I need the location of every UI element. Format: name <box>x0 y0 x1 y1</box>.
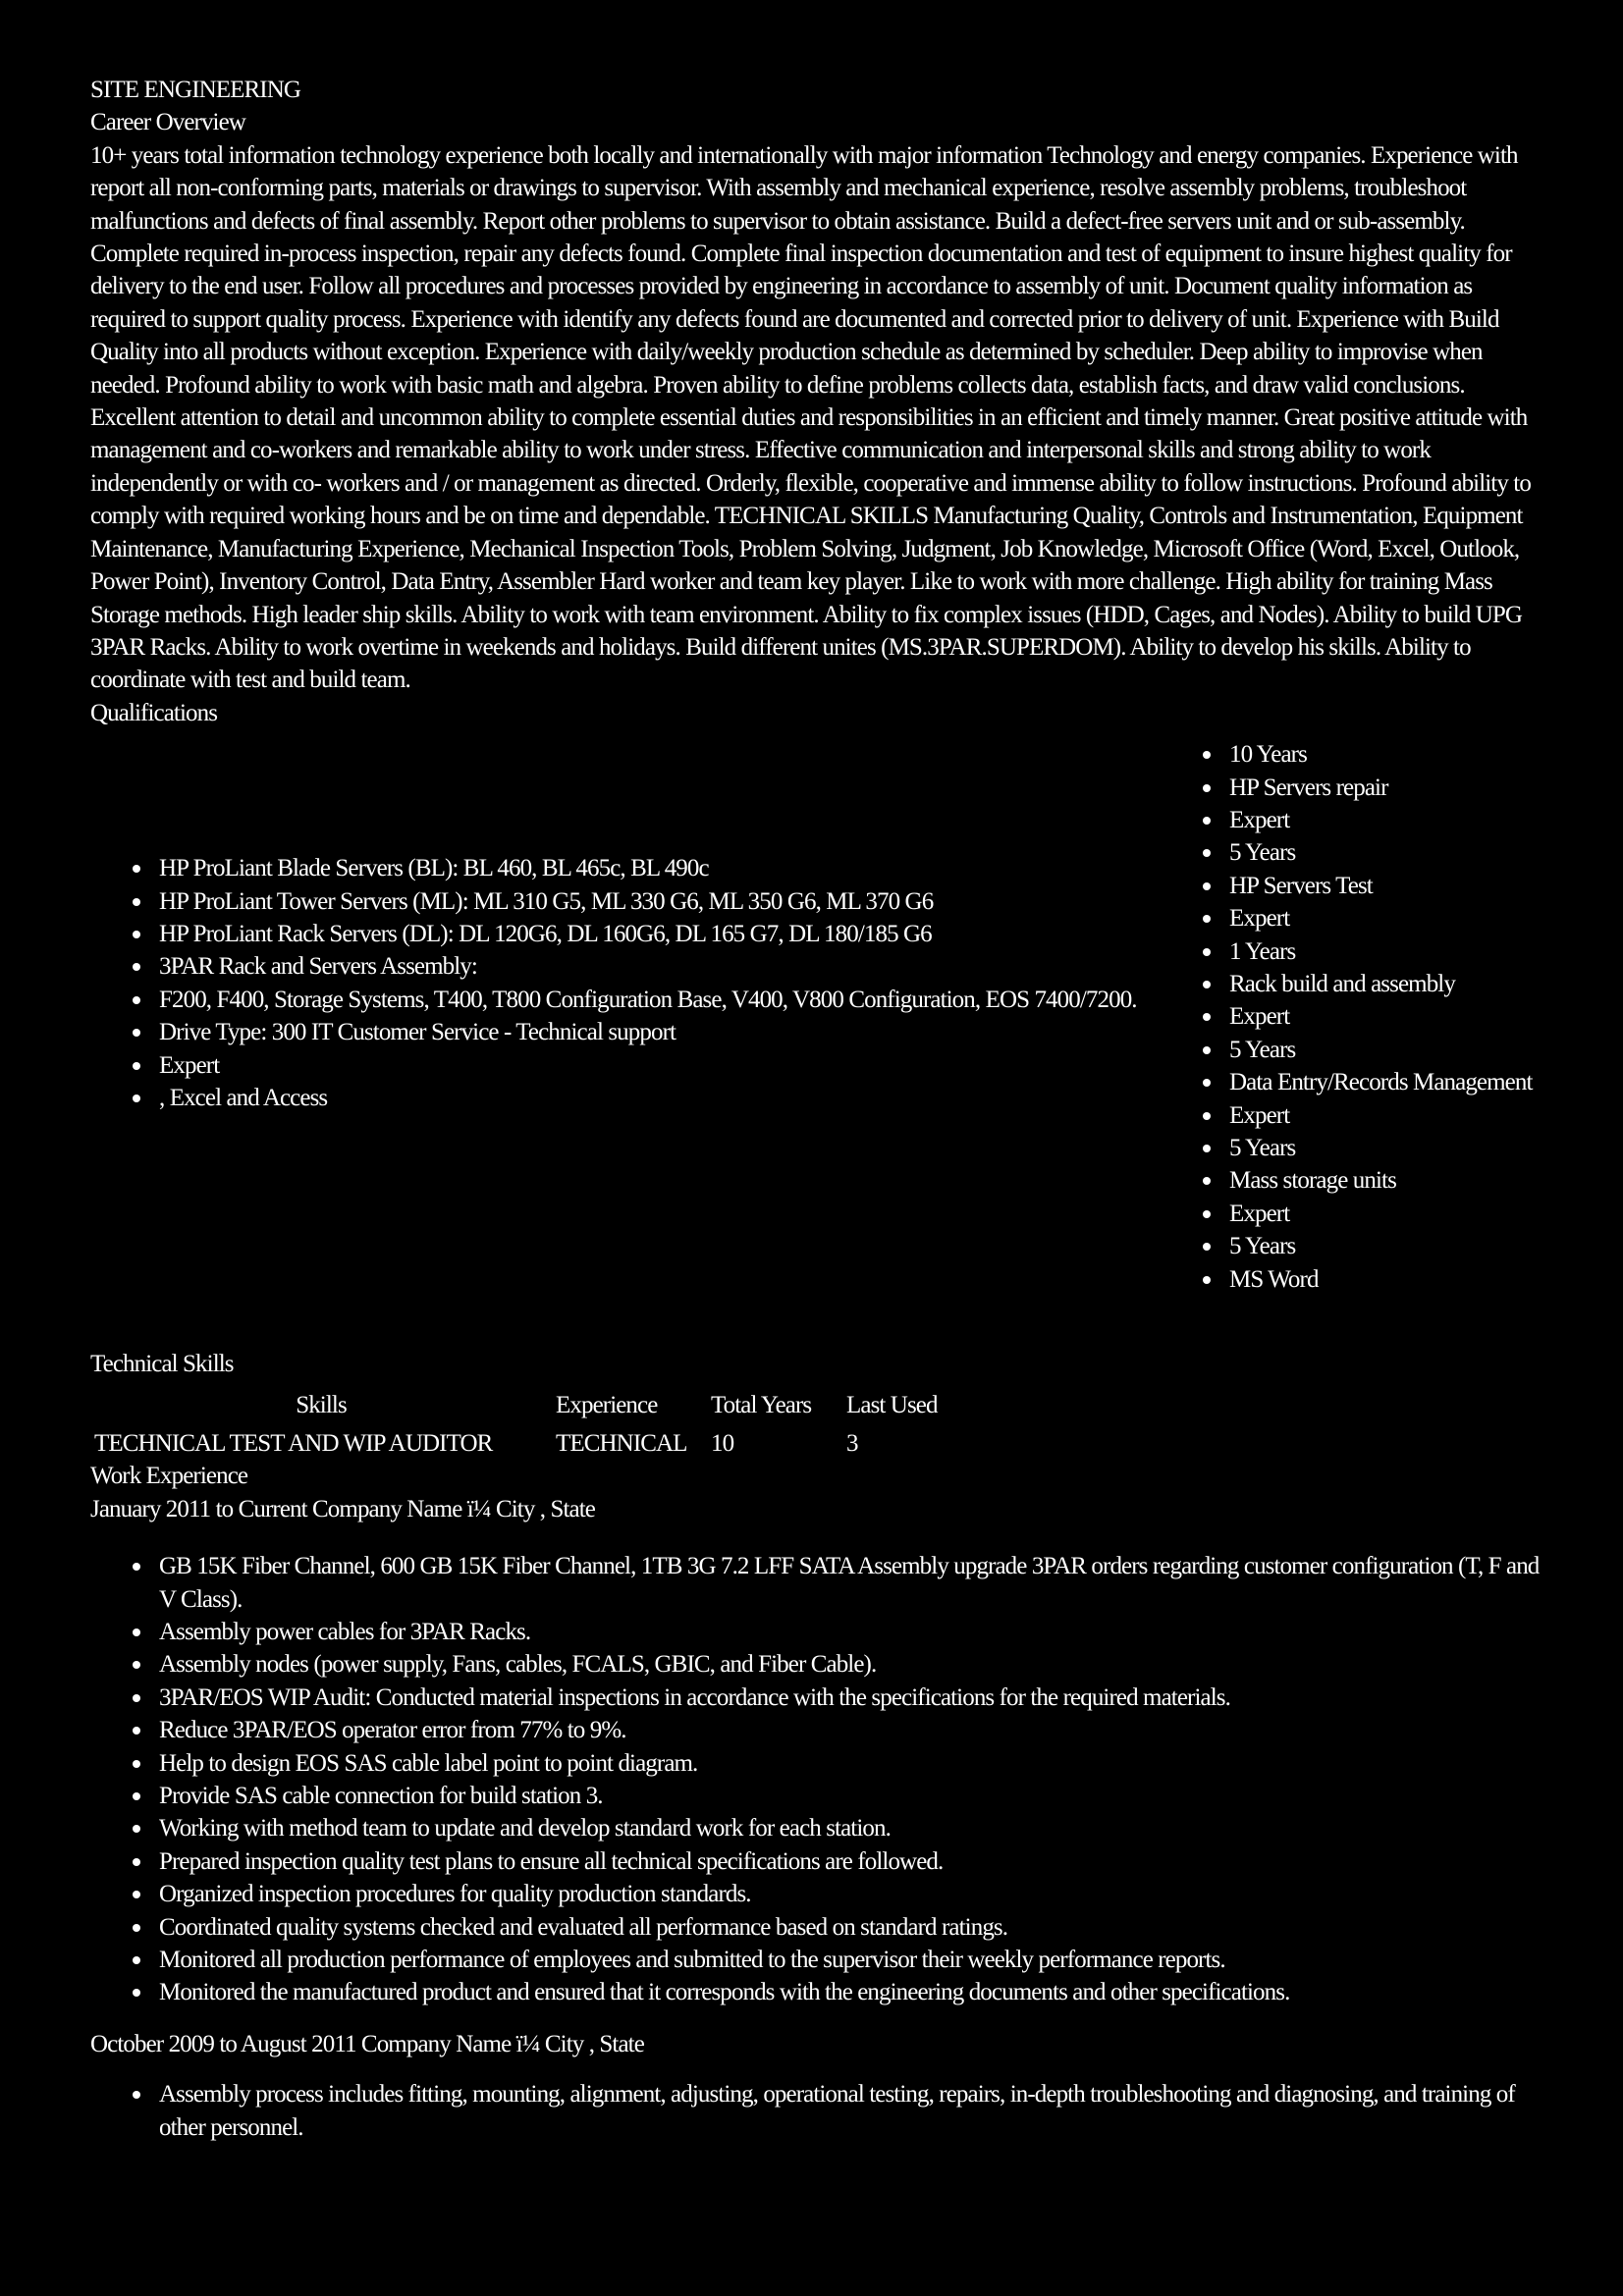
table-cell-skill: TECHNICAL TEST AND WIP AUDITOR <box>94 1429 493 1457</box>
list-item: HP ProLiant Rack Servers (DL): DL 120G6,… <box>120 918 1170 950</box>
list-item: 5 Years <box>1190 1230 1543 1262</box>
list-item: Expert <box>1190 902 1543 934</box>
list-item: HP ProLiant Blade Servers (BL): BL 460, … <box>120 852 1170 884</box>
list-item: 3PAR/EOS WIP Audit: Conducted material i… <box>120 1682 1543 1714</box>
qualifications-left-list: HP ProLiant Blade Servers (BL): BL 460, … <box>120 852 1170 1114</box>
job-duties-list: GB 15K Fiber Channel, 600 GB 15K Fiber C… <box>120 1550 1543 2009</box>
list-item: F200, F400, Storage Systems, T400, T800 … <box>120 984 1170 1016</box>
list-item: Provide SAS cable connection for build s… <box>120 1780 1543 1812</box>
table-cell-last-used: 3 <box>846 1429 859 1457</box>
list-item: HP Servers repair <box>1190 772 1543 804</box>
list-item: Expert <box>1190 1099 1543 1132</box>
list-item: 5 Years <box>1190 1132 1543 1164</box>
list-item: Monitored the manufactured product and e… <box>120 1976 1543 2008</box>
list-item: Data Entry/Records Management <box>1190 1066 1543 1098</box>
list-item: 5 Years <box>1190 1034 1543 1066</box>
technical-skills-table: Skills Experience Total Years Last Used … <box>90 1385 968 1461</box>
list-item: HP Servers Test <box>1190 870 1543 902</box>
column-header-skills: Skills <box>296 1391 347 1418</box>
job-header: January 2011 to Current Company Name ï¼ … <box>90 1495 596 1522</box>
qualifications-heading: Qualifications <box>90 699 218 726</box>
list-item: 5 Years <box>1190 836 1543 869</box>
career-overview-heading: Career Overview <box>90 109 246 136</box>
resume-page: SITE ENGINEERING Career Overview 10+ yea… <box>90 74 1543 2144</box>
list-item: 10 Years <box>1190 738 1543 771</box>
list-item: Assembly power cables for 3PAR Racks. <box>120 1616 1543 1648</box>
list-item: 3PAR Rack and Servers Assembly: <box>120 950 1170 983</box>
list-item: Help to design EOS SAS cable label point… <box>120 1747 1543 1780</box>
list-item: Expert <box>120 1049 1170 1082</box>
resume-title: SITE ENGINEERING <box>90 77 301 103</box>
list-item: Expert <box>1190 804 1543 836</box>
career-overview-text: 10+ years total information technology e… <box>90 141 1532 694</box>
list-item: 1 Years <box>1190 935 1543 968</box>
table-row: TECHNICAL TEST AND WIP AUDITOR TECHNICAL… <box>90 1427 968 1460</box>
qualifications-right-list: 10 Years HP Servers repair Expert 5 Year… <box>1190 738 1543 1296</box>
qualifications-section: HP ProLiant Blade Servers (BL): BL 460, … <box>90 729 1543 1348</box>
list-item: Rack build and assembly <box>1190 968 1543 1000</box>
list-item: Organized inspection procedures for qual… <box>120 1878 1543 1910</box>
list-item: Coordinated quality systems checked and … <box>120 1911 1543 1944</box>
list-item: Assembly process includes fitting, mount… <box>120 2078 1543 2144</box>
list-item: Expert <box>1190 1198 1543 1230</box>
list-item: Expert <box>1190 1000 1543 1033</box>
list-item: HP ProLiant Tower Servers (ML): ML 310 G… <box>120 885 1170 918</box>
table-cell-experience: TECHNICAL <box>556 1429 687 1457</box>
list-item: Drive Type: 300 IT Customer Service - Te… <box>120 1016 1170 1048</box>
list-item: GB 15K Fiber Channel, 600 GB 15K Fiber C… <box>120 1550 1543 1616</box>
work-experience-heading: Work Experience <box>90 1463 248 1490</box>
list-item: Working with method team to update and d… <box>120 1812 1543 1844</box>
table-header-row: Skills Experience Total Years Last Used <box>90 1385 968 1427</box>
list-item: Reduce 3PAR/EOS operator error from 77% … <box>120 1714 1543 1746</box>
column-header-last-used: Last Used <box>846 1391 938 1418</box>
table-cell-total-years: 10 <box>711 1429 734 1457</box>
list-item: , Excel and Access <box>120 1082 1170 1114</box>
column-header-total-years: Total Years <box>711 1391 812 1418</box>
column-header-experience: Experience <box>556 1391 658 1418</box>
list-item: Monitored all production performance of … <box>120 1944 1543 1976</box>
list-item: Mass storage units <box>1190 1164 1543 1197</box>
technical-skills-heading: Technical Skills <box>90 1351 235 1378</box>
list-item: Prepared inspection quality test plans t… <box>120 1845 1543 1878</box>
job-header: October 2009 to August 2011 Company Name… <box>90 2030 645 2057</box>
list-item: Assembly nodes (power supply, Fans, cabl… <box>120 1648 1543 1681</box>
job-duties-list: Assembly process includes fitting, mount… <box>120 2078 1543 2144</box>
list-item: MS Word <box>1190 1263 1543 1296</box>
